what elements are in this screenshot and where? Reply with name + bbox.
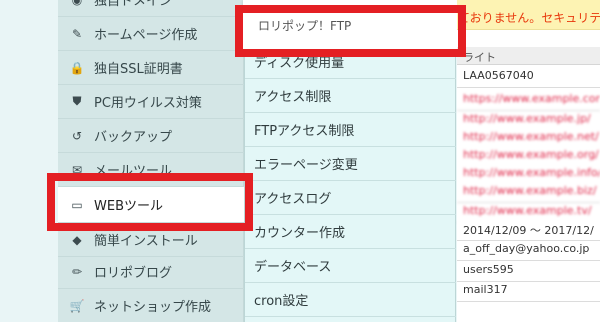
sidebar-item-label: 独自SSL証明書 [94, 62, 183, 77]
pencil-icon: ✏ [71, 264, 83, 279]
menu-item-error-page[interactable]: エラーページ変更 [245, 147, 456, 181]
sidebar-item-label: バックアップ [94, 130, 173, 145]
cart-icon: 🛒 [69, 298, 85, 313]
menu-item-counter[interactable]: カウンター作成 [245, 215, 456, 249]
column-header: ライト [457, 47, 600, 65]
monitor-icon: ▭ [71, 197, 83, 212]
menu-item-lolipop-ftp[interactable]: ロリポップ！FTP [243, 0, 458, 52]
table-row: a_off_day@yahoo.co.jp [457, 238, 600, 261]
control-panel: ◉ 独自ドメイン ✎ ホームページ作成 🔒 独自SSL証明書 ⛊ PC用ウイルス… [0, 0, 600, 322]
sidebar-item-label: ロリポブログ [94, 266, 173, 281]
sidebar-item-label: 簡単インストール [94, 234, 198, 249]
sidebar-item-label: ホームページ作成 [94, 28, 198, 43]
menu-item-access-log[interactable]: アクセスログ [245, 181, 456, 215]
menu-item-cron[interactable]: cron設定 [245, 283, 456, 317]
sidebar-item-label: 独自ドメイン [94, 0, 173, 9]
security-notice[interactable]: ておりません。セキュリティ [457, 0, 600, 30]
lock-icon: 🔒 [69, 60, 85, 75]
menu-item-access-restriction[interactable]: アクセス制限 [245, 79, 456, 113]
table-row: LAA0567040 [457, 65, 600, 88]
sidebar-item-easy-install[interactable]: ◆ 簡単インストール [58, 223, 244, 257]
sidebar-item-label: メールツール [94, 164, 173, 179]
envelope-icon: ✉ [71, 162, 83, 177]
sidebar: ◉ 独自ドメイン ✎ ホームページ作成 🔒 独自SSL証明書 ⛊ PC用ウイルス… [58, 0, 244, 322]
sidebar-item-blog[interactable]: ✏ ロリポブログ [58, 255, 244, 289]
sidebar-item-label: ネットショップ作成 [94, 300, 212, 315]
table-row: mail317 [457, 279, 600, 302]
sidebar-item-label: WEBツール [94, 199, 163, 214]
sidebar-item-domain[interactable]: ◉ 独自ドメイン [58, 0, 244, 17]
sidebar-item-label: PC用ウイルス対策 [94, 96, 202, 111]
menu-item-database[interactable]: データベース [245, 249, 456, 283]
sidebar-item-web-tools[interactable]: ▭ WEBツール [58, 187, 244, 223]
account-info-panel: ておりません。セキュリティ ライト LAA0567040 https://www… [457, 0, 600, 322]
sidebar-item-backup[interactable]: ↺ バックアップ [58, 119, 244, 153]
sidebar-item-homepage[interactable]: ✎ ホームページ作成 [58, 17, 244, 51]
sidebar-item-net-shop[interactable]: 🛒 ネットショップ作成 [58, 289, 244, 322]
download-icon: ◆ [72, 232, 82, 247]
menu-item-ftp-access-restriction[interactable]: FTPアクセス制限 [245, 113, 456, 147]
sidebar-item-mail-tools[interactable]: ✉ メールツール [58, 153, 244, 187]
edit-icon: ✎ [71, 26, 83, 41]
shield-icon: ⛊ [72, 94, 82, 108]
history-icon: ↺ [71, 128, 83, 143]
sidebar-item-antivirus[interactable]: ⛊ PC用ウイルス対策 [58, 85, 244, 119]
globe-icon: ◉ [70, 0, 84, 7]
sidebar-item-ssl[interactable]: 🔒 独自SSL証明書 [58, 51, 244, 85]
web-tools-menu: ディスク使用量 アクセス制限 FTPアクセス制限 エラーページ変更 アクセスログ… [243, 0, 458, 322]
